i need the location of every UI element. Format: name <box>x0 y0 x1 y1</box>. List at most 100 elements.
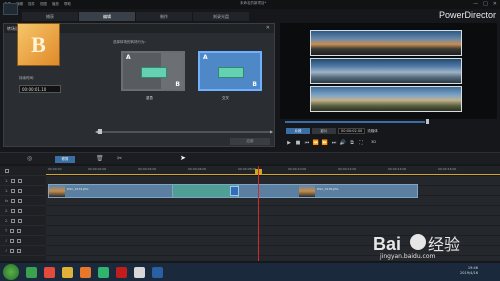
prev-frame-icon[interactable]: ⏮ <box>304 140 310 146</box>
track-toggle[interactable] <box>11 218 16 223</box>
svg-text:Bai: Bai <box>373 234 401 254</box>
start-button[interactable] <box>3 264 19 280</box>
stop-icon[interactable]: ■ <box>295 140 301 146</box>
menu-item-view[interactable]: 视图 <box>40 2 47 7</box>
tab-burn-disc[interactable]: 刻录光盘 <box>193 12 250 21</box>
powerdirector-icon[interactable] <box>152 266 163 278</box>
settings-circle-icon[interactable]: ◎ <box>27 155 32 162</box>
3d-toggle[interactable]: 3D <box>371 140 376 146</box>
volume-icon[interactable]: 🔊 <box>340 140 346 146</box>
track-lock[interactable] <box>18 208 23 213</box>
transport-controls: ▶ ■ ⏮ ⏪ ⏩ ⏭ 🔊 ⧉ ⛶ 3D <box>286 140 376 146</box>
mode-tabs: 捕获 编辑 制作 刻录光盘 <box>22 12 250 21</box>
transition-marker[interactable] <box>230 186 239 196</box>
app-icon-7[interactable] <box>134 266 145 278</box>
track-headers: 1. 1. fx 2. 2. T ♪ ♪ <box>0 166 46 261</box>
overlap-caption: 重叠 <box>146 96 153 100</box>
track-label: T <box>5 228 8 233</box>
track-header-video2: 2. <box>0 206 46 216</box>
work-area-bar <box>46 174 500 175</box>
project-title: 未命名的新项目* <box>240 1 267 5</box>
tab-produce[interactable]: 制作 <box>136 12 193 21</box>
movie-mode-button[interactable]: 影片 <box>312 128 336 134</box>
playhead-line[interactable] <box>258 166 259 261</box>
preview-scrubber[interactable] <box>285 121 425 123</box>
track-label: ♪ <box>5 248 8 253</box>
track-toggle[interactable] <box>11 198 16 203</box>
track-toggle[interactable] <box>10 228 15 233</box>
track-toggle[interactable] <box>11 188 16 193</box>
option-a-label: A <box>203 54 208 61</box>
fast-forward-icon[interactable]: ⏩ <box>322 140 328 146</box>
fullscreen-icon[interactable]: ⛶ <box>358 140 364 146</box>
track-lock[interactable] <box>17 228 22 233</box>
option-overlap-bar <box>141 67 167 78</box>
ruler-tick: 00:00:00 <box>48 167 62 171</box>
track-header-top <box>0 166 46 176</box>
track-lock[interactable] <box>17 238 22 243</box>
scroll-right-icon[interactable]: ▶ <box>270 129 273 134</box>
title-bar: 文件 编辑 插件 视图 播放 帮助 未命名的新项目* — □ ✕ <box>0 0 500 9</box>
timeline-clip-2[interactable]: DSC_0130.JPG <box>238 184 418 198</box>
apply-button[interactable]: 应用 <box>230 138 270 145</box>
app-icon-2[interactable] <box>44 266 55 278</box>
overlap-option[interactable]: A B <box>121 51 185 91</box>
track-label: fx <box>5 198 9 203</box>
tab-edit[interactable]: 编辑 <box>79 12 136 21</box>
clip-thumbnail <box>299 185 315 197</box>
ruler-tick: 00:00:12:00 <box>338 167 357 171</box>
app-icon-1[interactable] <box>26 266 37 278</box>
app-icon-6[interactable] <box>116 266 127 278</box>
scrubber-thumb[interactable] <box>426 119 429 124</box>
track-toggle[interactable] <box>10 248 15 253</box>
option-b-label: B <box>175 81 180 88</box>
track-lock[interactable] <box>17 248 22 253</box>
tab-capture[interactable]: 捕获 <box>22 12 79 21</box>
track-lock[interactable] <box>18 198 23 203</box>
preview-image-middle <box>310 58 462 84</box>
track-header-fx: fx <box>0 196 46 206</box>
firefox-icon[interactable] <box>80 266 91 278</box>
track-lock[interactable] <box>18 188 23 193</box>
track-lock[interactable] <box>18 218 23 223</box>
duration-input[interactable]: 00:00:01.10 <box>19 85 61 93</box>
timecode-display[interactable]: 00:00:02.00 <box>338 128 366 134</box>
ruler-tick: 00:00:04:00 <box>138 167 157 171</box>
preview-mode-row: 片段 影片 00:00:02.00 流媒体 <box>286 128 378 134</box>
track-header-audio1: 1. <box>0 186 46 196</box>
cross-option[interactable]: A B <box>198 51 262 91</box>
timeline-ruler[interactable]: 00:00:00 00:00:02:00 00:00:04:00 00:00:0… <box>46 166 500 175</box>
quality-select[interactable]: 流媒体 <box>367 129 378 134</box>
trash-icon[interactable]: 🗑 <box>96 155 104 162</box>
panel-scroll-thumb[interactable] <box>98 129 102 134</box>
track-toggle[interactable] <box>5 168 9 173</box>
option-cross-bar <box>218 67 244 78</box>
edit-toolbar: ◎ 修剪 🗑 ✂ <box>0 152 500 164</box>
clip-mode-button[interactable]: 片段 <box>286 128 310 134</box>
folder-icon[interactable] <box>62 266 73 278</box>
maximize-icon[interactable]: □ <box>483 1 488 7</box>
track-label: 1. <box>5 188 9 193</box>
track-header-audio2: 2. <box>0 216 46 226</box>
close-window-icon[interactable]: ✕ <box>493 1 497 7</box>
rewind-icon[interactable]: ⏪ <box>313 140 319 146</box>
snapshot-icon[interactable]: ⧉ <box>349 140 355 146</box>
ruler-tick: 00:00:08:00 <box>238 167 257 171</box>
next-frame-icon[interactable]: ⏭ <box>331 140 337 146</box>
menu-item-play[interactable]: 播放 <box>52 2 59 7</box>
system-clock[interactable]: 19:46 2019/4/16 <box>460 266 478 276</box>
track-toggle[interactable] <box>11 208 16 213</box>
split-icon[interactable]: ✂ <box>117 155 122 162</box>
app-icon-5[interactable] <box>98 266 109 278</box>
menu-item-plugins[interactable]: 插件 <box>28 2 35 7</box>
play-icon[interactable]: ▶ <box>286 140 292 146</box>
panel-scrollbar[interactable] <box>100 131 270 133</box>
mouse-cursor-icon: ➤ <box>180 154 186 162</box>
track-toggle[interactable] <box>11 178 16 183</box>
menu-item-help[interactable]: 帮助 <box>64 2 71 7</box>
track-toggle[interactable] <box>10 238 15 243</box>
minimize-icon[interactable]: — <box>473 1 478 7</box>
close-icon[interactable]: ✕ <box>266 25 270 31</box>
track-lock[interactable] <box>18 178 23 183</box>
trim-button[interactable]: 修剪 <box>55 156 75 163</box>
